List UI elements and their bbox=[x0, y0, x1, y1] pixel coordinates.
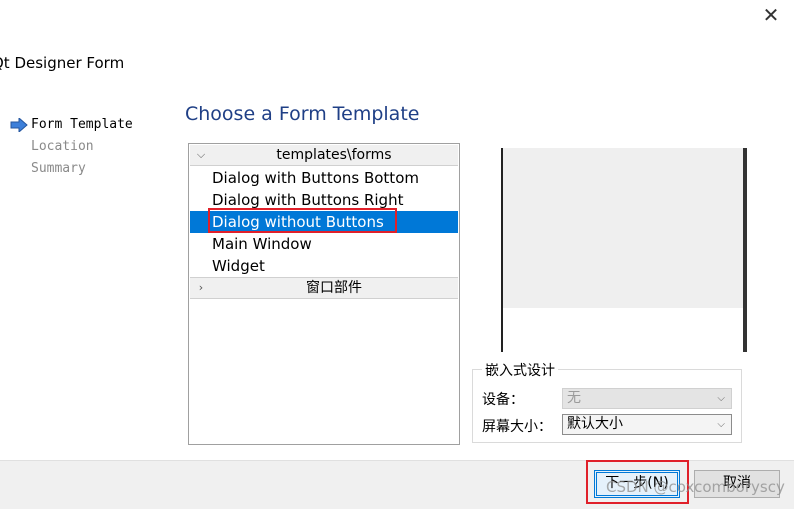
device-select: 无 ⌵ bbox=[562, 388, 732, 409]
screen-size-label: 屏幕大小： bbox=[482, 419, 552, 435]
template-item-widget[interactable]: Widget bbox=[190, 255, 458, 277]
device-label: 设备： bbox=[482, 392, 524, 408]
chevron-down-icon: ⌵ bbox=[717, 393, 725, 404]
template-tree[interactable]: ⌵ templates\forms Dialog with Buttons Bo… bbox=[188, 143, 460, 445]
template-item-main-window[interactable]: Main Window bbox=[190, 233, 458, 255]
embedded-design-title: 嵌入式设计 bbox=[482, 360, 558, 380]
chevron-down-icon: ⌵ bbox=[196, 148, 206, 161]
category-header-templates-forms[interactable]: ⌵ templates\forms bbox=[190, 145, 458, 166]
category-label: templates\forms bbox=[276, 147, 392, 163]
wizard-step-location: Location bbox=[31, 139, 94, 154]
selection-highlight-box bbox=[208, 208, 397, 233]
window-title: Qt Designer Form bbox=[0, 54, 125, 72]
screen-size-select-value: 默认大小 bbox=[567, 416, 623, 432]
chevron-right-icon: › bbox=[198, 281, 204, 294]
wizard-step-form-template: Form Template bbox=[31, 117, 133, 132]
screen-size-select[interactable]: 默认大小 ⌵ bbox=[562, 414, 732, 435]
right-arrow-icon bbox=[10, 118, 28, 132]
close-icon[interactable]: ✕ bbox=[758, 4, 784, 26]
form-preview bbox=[501, 148, 747, 352]
watermark: CSDN @coxcomboryscy bbox=[606, 478, 785, 496]
preview-canvas bbox=[503, 148, 743, 308]
device-select-value: 无 bbox=[567, 390, 581, 406]
category-header-widgets[interactable]: › 窗口部件 bbox=[190, 277, 458, 299]
page-title: Choose a Form Template bbox=[185, 103, 420, 125]
chevron-down-icon: ⌵ bbox=[717, 419, 725, 430]
wizard-step-summary: Summary bbox=[31, 161, 86, 176]
template-item-dialog-buttons-bottom[interactable]: Dialog with Buttons Bottom bbox=[190, 167, 458, 189]
category-label: 窗口部件 bbox=[306, 280, 362, 296]
